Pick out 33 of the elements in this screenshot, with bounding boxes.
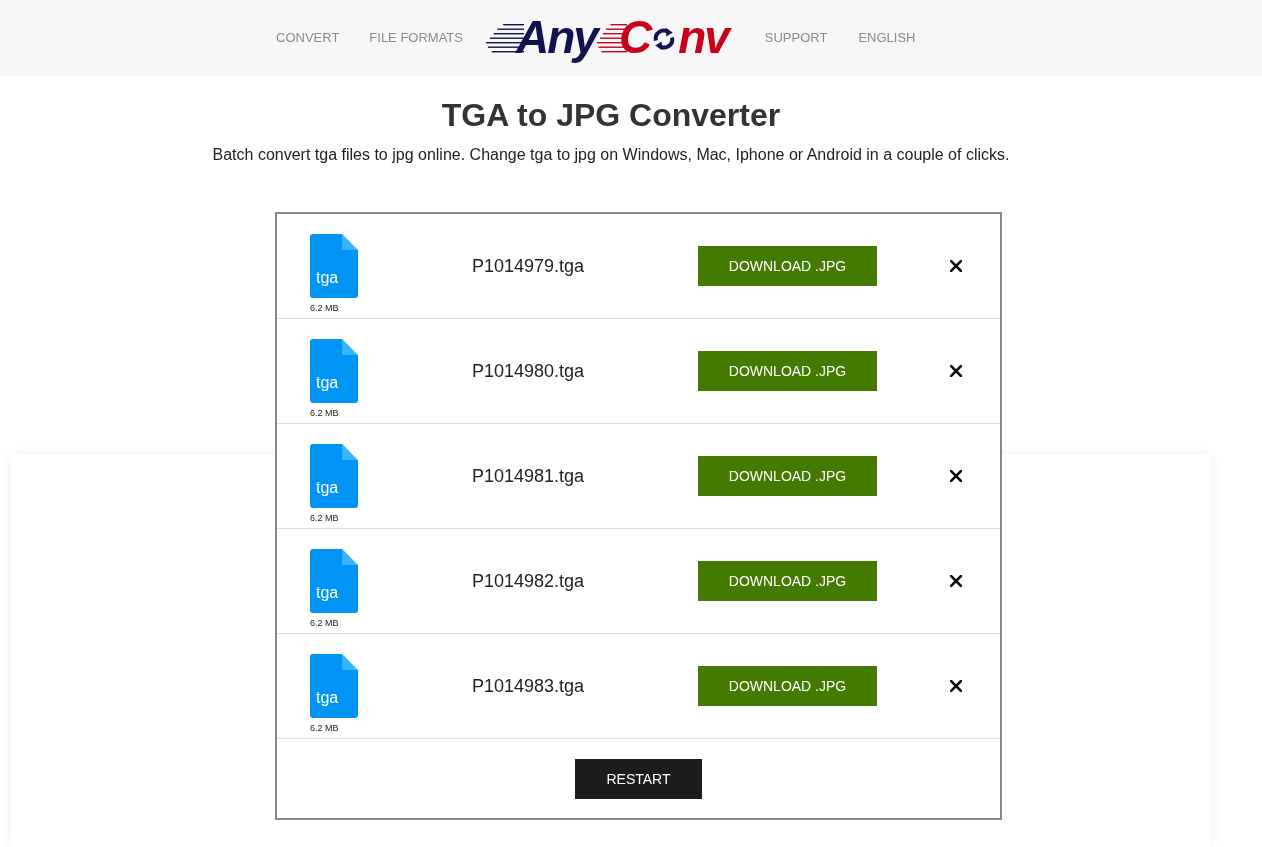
file-size: 6.2 MB <box>310 618 340 628</box>
file-name: P1014981.tga <box>472 465 585 486</box>
file-size: 6.2 MB <box>310 408 340 418</box>
file-extension: tga <box>316 689 339 707</box>
file-name: P1014980.tga <box>472 360 585 381</box>
nav-link[interactable]: CONVERT <box>276 28 340 48</box>
file-size: 6.2 MB <box>310 303 340 313</box>
file-extension: tga <box>316 269 339 287</box>
file-name: P1014983.tga <box>472 675 585 696</box>
file-extension: tga <box>316 584 339 602</box>
logo-text: C <box>618 11 651 62</box>
file-extension: tga <box>316 479 339 497</box>
restart-button[interactable]: RESTART <box>575 759 702 799</box>
file-extension: tga <box>316 374 339 392</box>
file-size: 6.2 MB <box>310 723 340 733</box>
download-button[interactable]: DOWNLOAD .JPG <box>698 351 877 391</box>
nav-link[interactable]: ENGLISH <box>858 28 916 48</box>
download-button[interactable]: DOWNLOAD .JPG <box>698 456 877 496</box>
page-title: TGA to JPG Converter <box>440 96 782 134</box>
download-button[interactable]: DOWNLOAD .JPG <box>698 666 877 706</box>
file-name: P1014982.tga <box>472 570 585 591</box>
close-icon[interactable] <box>950 680 962 692</box>
close-icon[interactable] <box>950 260 962 272</box>
close-icon[interactable] <box>950 575 962 587</box>
close-icon[interactable] <box>950 470 962 482</box>
nav-link[interactable]: FILE FORMATS <box>369 28 463 48</box>
file-name: P1014979.tga <box>472 255 585 276</box>
page-subtitle: Batch convert tga files to jpg online. Change tga to jpg on Windows, Mac, Iphone or Android in a couple of clicks. <box>211 145 1011 165</box>
download-button[interactable]: DOWNLOAD .JPG <box>698 561 877 601</box>
nav-link[interactable]: SUPPORT <box>764 28 828 48</box>
download-button[interactable]: DOWNLOAD .JPG <box>698 246 877 286</box>
close-icon[interactable] <box>950 365 962 377</box>
file-size: 6.2 MB <box>310 513 340 523</box>
